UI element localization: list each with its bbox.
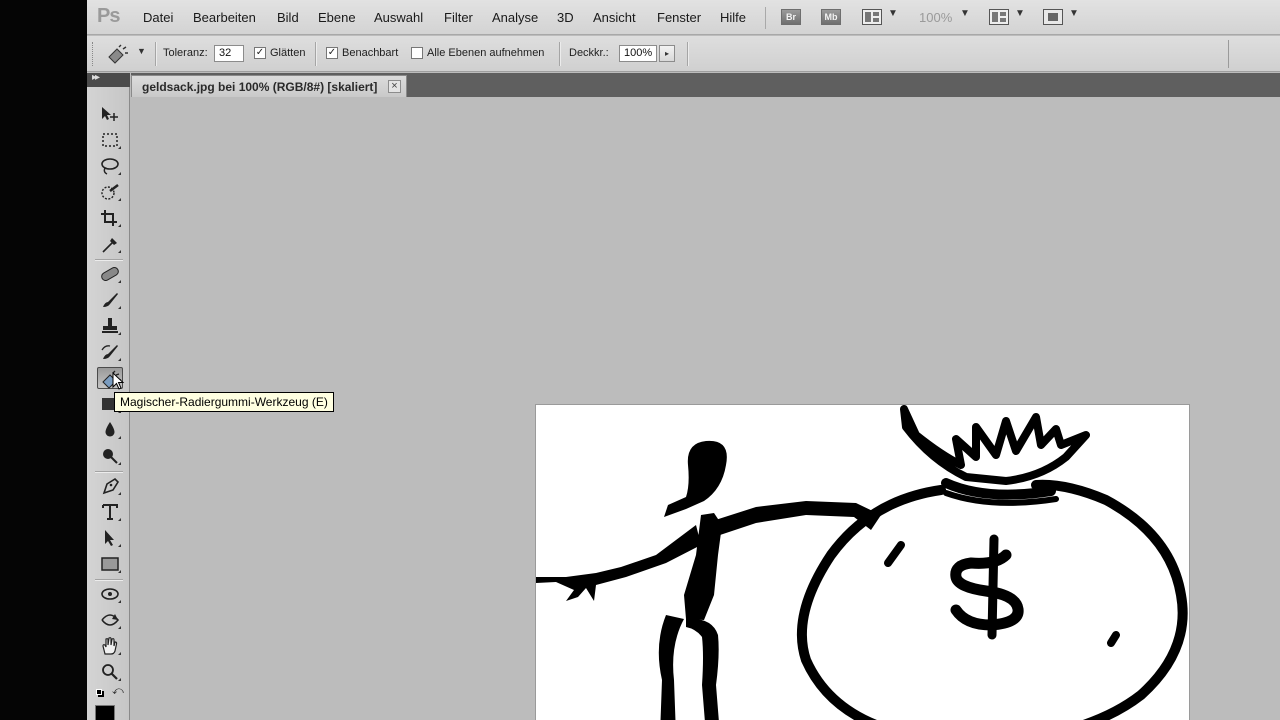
bridge-button[interactable]: Br: [781, 9, 801, 25]
all-layers-checkbox[interactable]: [411, 47, 423, 59]
history-brush-tool[interactable]: [97, 341, 123, 363]
blur-tool[interactable]: [97, 419, 123, 441]
tolerance-input[interactable]: 32: [214, 45, 244, 62]
chevron-down-icon[interactable]: ▼: [888, 8, 898, 19]
view-extras-icon[interactable]: [862, 9, 882, 25]
pen-tool[interactable]: [97, 475, 123, 497]
menu-filter[interactable]: Filter: [444, 10, 473, 25]
menu-fenster[interactable]: Fenster: [657, 10, 701, 25]
menu-datei[interactable]: Datei: [143, 10, 173, 25]
options-bar: ▼ Toleranz: 32 ✓ Glätten ✓ Benachbart Al…: [87, 36, 1280, 72]
all-layers-label: Alle Ebenen aufnehmen: [427, 47, 545, 59]
menu-separator: [765, 7, 766, 29]
options-separator: [1228, 40, 1229, 68]
zoom-tool[interactable]: [97, 661, 123, 683]
tolerance-label: Toleranz:: [163, 47, 208, 59]
antialias-label: Glätten: [270, 47, 306, 59]
chevron-down-icon[interactable]: ▼: [960, 8, 970, 19]
chevron-down-icon[interactable]: ▼: [1069, 8, 1079, 19]
menu-analyse[interactable]: Analyse: [492, 10, 538, 25]
menu-bar: Ps Datei Bearbeiten Bild Ebene Auswahl F…: [87, 0, 1280, 35]
type-tool[interactable]: [97, 501, 123, 523]
tool-separator: [95, 259, 123, 260]
contiguous-label: Benachbart: [342, 47, 399, 59]
options-separator: [315, 42, 316, 66]
menu-bearbeiten[interactable]: Bearbeiten: [193, 10, 256, 25]
chevron-down-icon[interactable]: ▼: [137, 46, 146, 56]
chevron-down-icon[interactable]: ▼: [1015, 8, 1025, 19]
lasso-tool[interactable]: [97, 155, 123, 177]
swap-colors-icon[interactable]: ⤺: [112, 685, 124, 698]
menu-ansicht[interactable]: Ansicht: [593, 10, 636, 25]
options-grip[interactable]: [92, 42, 95, 66]
opacity-label: Deckkr.:: [569, 47, 609, 59]
move-tool[interactable]: [97, 103, 123, 125]
mouse-cursor-icon: [112, 372, 125, 390]
options-separator: [155, 42, 156, 66]
document-tab[interactable]: geldsack.jpg bei 100% (RGB/8#) [skaliert…: [131, 75, 407, 97]
3d-orbit-tool[interactable]: [97, 609, 123, 631]
tool-separator: [95, 471, 123, 472]
menu-3d[interactable]: 3D: [557, 10, 574, 25]
brush-tool[interactable]: [97, 289, 123, 311]
ps-logo: Ps: [97, 5, 120, 27]
screen-mode-icon[interactable]: [1043, 9, 1063, 25]
path-selection-tool[interactable]: [97, 527, 123, 549]
document-tab-bar: geldsack.jpg bei 100% (RGB/8#) [skaliert…: [131, 73, 1280, 97]
options-separator: [687, 42, 688, 66]
menu-hilfe[interactable]: Hilfe: [720, 10, 746, 25]
tool-tooltip: Magischer-Radiergummi-Werkzeug (E): [114, 392, 334, 412]
close-icon[interactable]: ×: [388, 80, 401, 93]
marquee-tool[interactable]: [97, 129, 123, 151]
clone-stamp-tool[interactable]: [97, 315, 123, 337]
zoom-level[interactable]: 100%: [919, 10, 952, 25]
menu-auswahl[interactable]: Auswahl: [374, 10, 423, 25]
collapse-icon[interactable]: ▸▸: [92, 72, 100, 83]
healing-brush-tool[interactable]: [97, 263, 123, 285]
menu-bild[interactable]: Bild: [277, 10, 299, 25]
tool-preset-picker[interactable]: ▼: [105, 42, 147, 66]
opacity-input[interactable]: 100%: [619, 45, 657, 62]
antialias-checkbox[interactable]: ✓: [254, 47, 266, 59]
mini-bridge-button[interactable]: Mb: [821, 9, 841, 25]
photoshop-window: Ps Datei Bearbeiten Bild Ebene Auswahl F…: [87, 0, 1280, 720]
document-tab-title: geldsack.jpg bei 100% (RGB/8#) [skaliert…: [142, 80, 378, 94]
money-bag-illustration: [536, 405, 1188, 720]
foreground-color-swatch[interactable]: [95, 705, 115, 720]
tool-separator: [95, 579, 123, 580]
options-separator: [559, 42, 560, 66]
desktop-background: [0, 0, 87, 720]
3d-rotate-tool[interactable]: [97, 583, 123, 605]
menu-ebene[interactable]: Ebene: [318, 10, 356, 25]
document-canvas[interactable]: [535, 404, 1190, 720]
magic-eraser-icon: [108, 44, 128, 64]
crop-tool[interactable]: [97, 207, 123, 229]
eyedropper-tool[interactable]: [97, 233, 123, 255]
rectangle-tool[interactable]: [97, 553, 123, 575]
dodge-tool[interactable]: [97, 445, 123, 467]
contiguous-checkbox[interactable]: ✓: [326, 47, 338, 59]
opacity-slider-button[interactable]: ▸: [659, 45, 675, 62]
hand-tool[interactable]: [97, 635, 123, 657]
tools-panel-header[interactable]: ▸▸: [87, 72, 130, 87]
default-colors-icon[interactable]: [96, 689, 102, 695]
quick-selection-tool[interactable]: [97, 181, 123, 203]
move-tool-icon: [102, 107, 118, 121]
arrange-documents-icon[interactable]: [989, 9, 1009, 25]
